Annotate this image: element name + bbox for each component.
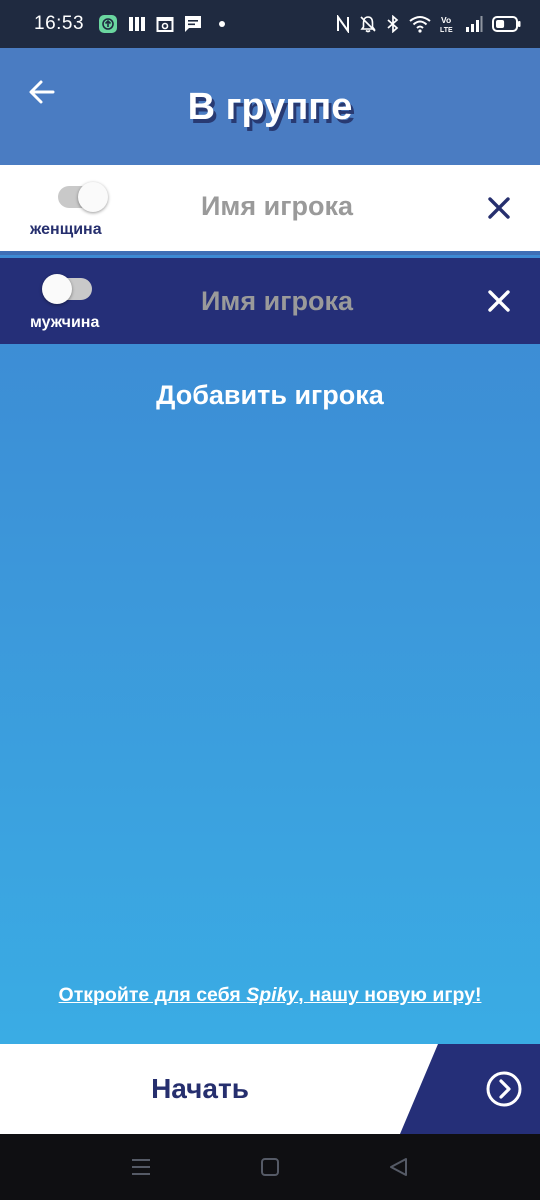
back-icon[interactable] [388, 1156, 410, 1183]
nfc-icon [336, 15, 350, 33]
gender-label: женщина [30, 221, 102, 238]
close-icon [488, 197, 510, 219]
apps-icon [128, 15, 146, 33]
toggle-thumb [78, 182, 108, 212]
promo-brand: Spiky [246, 984, 299, 1006]
promo-link[interactable]: Откройте для себя Spiky, нашу новую игру… [0, 984, 540, 1007]
battery-icon [492, 15, 522, 33]
mute-icon [359, 15, 377, 33]
svg-text:Vo: Vo [441, 15, 451, 25]
close-icon [488, 290, 510, 312]
player-row: мужчина [0, 258, 540, 344]
page-title: В группе [187, 86, 353, 128]
home-icon[interactable] [259, 1156, 281, 1183]
signal-icon [465, 15, 483, 33]
promo-prefix: Откройте для себя [58, 984, 247, 1006]
bluetooth-icon [386, 15, 400, 33]
volte-icon: Vo LTE [440, 14, 456, 34]
player-name-input[interactable] [150, 185, 404, 227]
upload-app-icon [98, 14, 118, 34]
app-screen: В группе женщина мужчина Добавить игрока… [0, 48, 540, 1134]
system-nav-bar [0, 1134, 540, 1200]
message-icon [184, 15, 202, 33]
status-time: 16:53 [34, 13, 85, 34]
add-player-button[interactable]: Добавить игрока [0, 380, 540, 411]
wifi-icon [409, 15, 431, 33]
gender-toggle[interactable]: женщина [30, 175, 130, 245]
calendar-icon [156, 15, 174, 33]
start-button[interactable]: Начать [0, 1044, 400, 1134]
notification-dot-icon [212, 16, 228, 32]
status-bar: 16:53 Vo LTE [0, 0, 540, 48]
promo-suffix: , нашу новую игру! [298, 984, 482, 1006]
chevron-right-circle-icon [486, 1071, 522, 1107]
start-arrow-button[interactable] [400, 1044, 540, 1134]
player-name-input[interactable] [150, 280, 404, 322]
remove-player-button[interactable] [482, 191, 516, 225]
player-row: женщина [0, 165, 540, 255]
status-notification-icons [98, 14, 228, 34]
toggle-thumb [42, 274, 72, 304]
gender-toggle[interactable]: мужчина [30, 268, 130, 338]
gender-label: мужчина [30, 314, 100, 331]
menu-icon[interactable] [130, 1156, 152, 1183]
remove-player-button[interactable] [482, 284, 516, 318]
app-header: В группе [0, 48, 540, 165]
status-system-icons: Vo LTE [336, 14, 522, 34]
svg-text:LTE: LTE [440, 27, 453, 34]
start-bar: Начать [0, 1044, 540, 1134]
